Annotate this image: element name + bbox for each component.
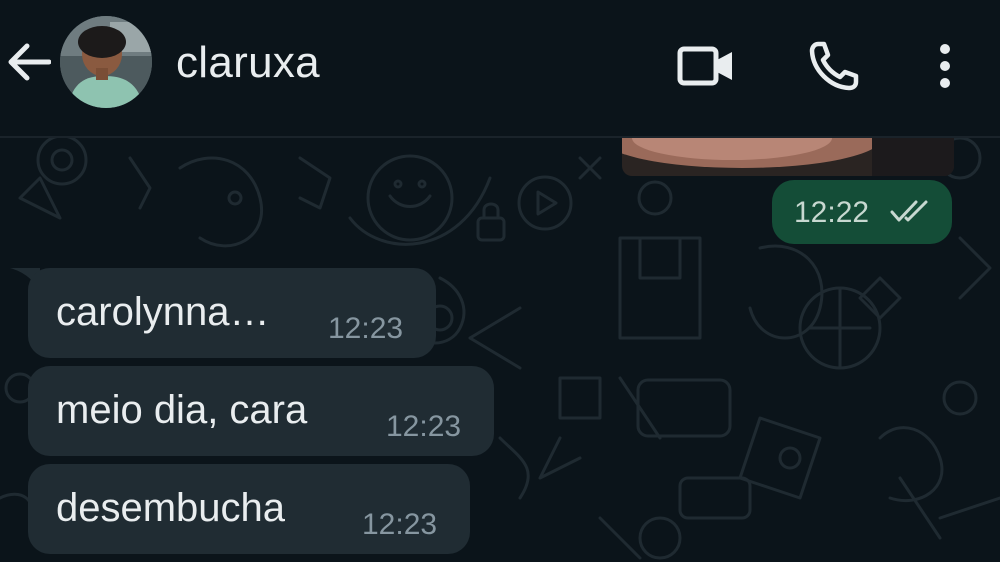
more-vertical-icon <box>940 44 950 88</box>
read-ticks-icon <box>890 200 928 222</box>
video-camera-icon <box>677 46 732 86</box>
more-options-button[interactable] <box>922 30 968 102</box>
image-thumbnail <box>622 138 954 176</box>
image-message-preview[interactable] <box>622 138 954 176</box>
message-time: 12:22 <box>794 196 870 229</box>
contact-name[interactable]: claruxa <box>176 38 320 88</box>
incoming-message[interactable]: meio dia, cara 12:23 <box>28 366 494 456</box>
message-time: 12:23 <box>362 508 438 541</box>
message-text: desembucha <box>56 486 286 530</box>
phone-icon <box>809 41 859 91</box>
voice-call-button[interactable] <box>804 30 864 102</box>
incoming-message[interactable]: desembucha 12:23 <box>28 464 470 554</box>
contact-avatar[interactable] <box>60 16 152 108</box>
arrow-left-icon <box>8 43 51 81</box>
message-text: carolynna… <box>56 290 270 334</box>
chat-screen: claruxa 12:22 carolynna… 12:23 meio dia,… <box>0 0 1000 562</box>
message-text: meio dia, cara <box>56 388 308 432</box>
incoming-message[interactable]: carolynna… 12:23 <box>28 268 436 358</box>
message-list[interactable]: 12:22 carolynna… 12:23 meio dia, cara 12… <box>0 138 1000 562</box>
message-time: 12:23 <box>328 312 404 345</box>
video-call-button[interactable] <box>674 30 738 102</box>
avatar-image <box>60 16 152 108</box>
outgoing-message[interactable]: 12:22 <box>772 180 952 244</box>
chat-header: claruxa <box>0 0 1000 138</box>
back-button[interactable] <box>0 30 56 94</box>
message-time: 12:23 <box>386 410 462 443</box>
